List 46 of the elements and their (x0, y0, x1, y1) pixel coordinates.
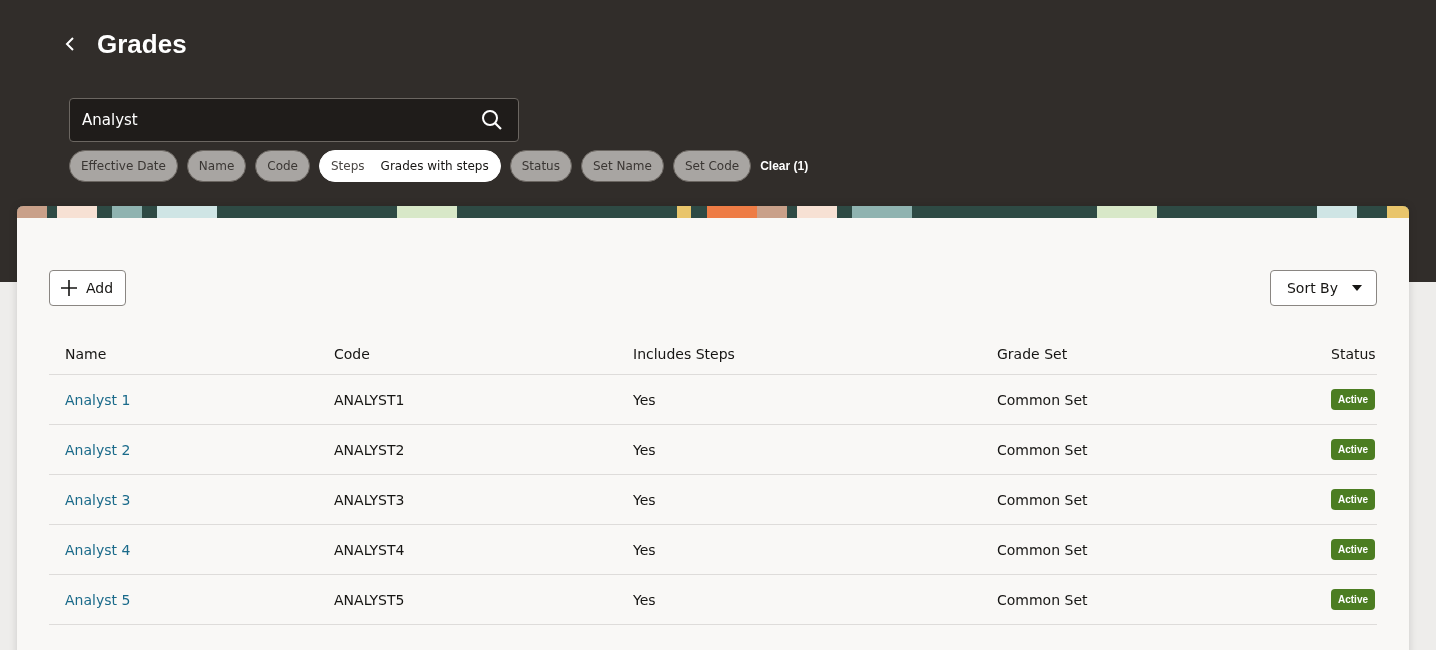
table-cell: Yes (633, 441, 656, 458)
table-cell: ANALYST5 (334, 591, 405, 608)
status-badge: Active (1331, 539, 1375, 560)
clear-filters-link[interactable]: Clear (1) (760, 159, 809, 173)
status-badge: Active (1331, 589, 1375, 610)
filter-chip[interactable]: Status (509, 150, 572, 182)
table-cell: Common Set (997, 491, 1088, 508)
column-header: Grade Set (981, 332, 1315, 375)
filter-chip[interactable]: Code (255, 150, 310, 182)
filter-chip[interactable]: Set Code (672, 150, 752, 182)
grade-link[interactable]: Analyst 1 (65, 391, 131, 408)
column-header: Code (318, 332, 617, 375)
filter-chip[interactable]: Effective Date (69, 150, 178, 182)
table-cell: ANALYST4 (334, 541, 405, 558)
search-field[interactable]: Analyst (69, 98, 519, 142)
table-cell: Common Set (997, 541, 1088, 558)
status-badge: Active (1331, 489, 1375, 510)
add-button[interactable]: Add (49, 270, 127, 306)
grade-link[interactable]: Analyst 5 (65, 591, 131, 608)
plus-icon (60, 279, 78, 297)
sort-by-button[interactable]: Sort By (1269, 270, 1377, 306)
column-header: Status (1315, 332, 1377, 375)
status-badge: Active (1331, 389, 1375, 410)
back-icon (65, 36, 75, 52)
column-header: Name (49, 332, 318, 375)
status-badge: Active (1331, 439, 1375, 460)
table-cell: ANALYST1 (334, 391, 405, 408)
grade-link[interactable]: Analyst 4 (65, 541, 131, 558)
table-cell: Yes (633, 591, 656, 608)
filter-chip[interactable]: Set Name (580, 150, 664, 182)
table-cell: Yes (633, 541, 656, 558)
grade-link[interactable]: Analyst 2 (65, 441, 131, 458)
search-icon (481, 109, 503, 131)
table-cell: Yes (633, 391, 656, 408)
table-cell: Common Set (997, 441, 1088, 458)
table-cell: ANALYST2 (334, 441, 405, 458)
filter-chip[interactable]: Steps Grades with steps (319, 150, 501, 182)
table-cell: ANALYST3 (334, 491, 405, 508)
grade-link[interactable]: Analyst 3 (65, 491, 131, 508)
filter-chip[interactable]: Name (186, 150, 247, 182)
column-header: Includes Steps (617, 332, 981, 375)
caret-icon (1352, 285, 1362, 291)
table-cell: Yes (633, 491, 656, 508)
table-cell: Common Set (997, 591, 1088, 608)
page-title: Grades (97, 28, 187, 60)
table-cell: Common Set (997, 391, 1088, 408)
